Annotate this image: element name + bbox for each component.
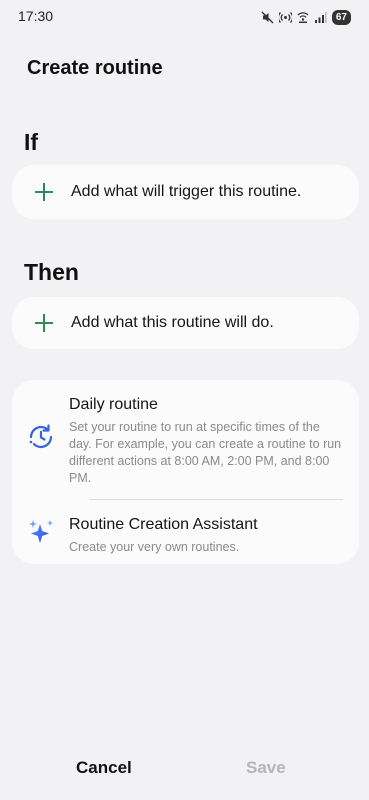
plus-icon	[34, 182, 54, 202]
daily-routine-description: Set your routine to run at specific time…	[69, 420, 342, 485]
routine-assistant-item[interactable]: Routine Creation Assistant Create your v…	[12, 500, 359, 568]
bottom-action-bar: Cancel Save	[0, 744, 369, 800]
clock-cycle-icon	[26, 422, 56, 452]
battery-indicator: 67	[331, 9, 351, 25]
add-trigger-label: Add what will trigger this routine.	[71, 183, 302, 200]
page-title: Create routine	[27, 57, 163, 79]
routine-assistant-title: Routine Creation Assistant	[69, 516, 258, 533]
then-section-title: Then	[24, 259, 79, 285]
routine-assistant-description: Create your very own routines.	[69, 540, 240, 554]
status-bar: 17:30 67	[0, 0, 369, 36]
sparkle-icon	[26, 517, 56, 547]
plus-icon	[34, 313, 54, 333]
suggestions-card: Daily routine Set your routine to run at…	[12, 380, 359, 564]
mute-icon	[261, 11, 274, 24]
add-trigger-card[interactable]: Add what will trigger this routine.	[12, 165, 359, 219]
add-action-label: Add what this routine will do.	[71, 314, 274, 331]
wifi-calling-icon	[297, 11, 309, 24]
status-time: 17:30	[18, 8, 54, 24]
add-action-card[interactable]: Add what this routine will do.	[12, 297, 359, 349]
save-button[interactable]: Save	[236, 752, 296, 784]
daily-routine-item[interactable]: Daily routine Set your routine to run at…	[12, 380, 359, 499]
daily-routine-title: Daily routine	[69, 396, 158, 413]
if-section-title: If	[24, 129, 39, 155]
cancel-button[interactable]: Cancel	[66, 752, 142, 784]
signal-icon	[314, 11, 327, 24]
status-icons: 67	[261, 8, 351, 26]
hotspot-icon	[278, 11, 292, 24]
